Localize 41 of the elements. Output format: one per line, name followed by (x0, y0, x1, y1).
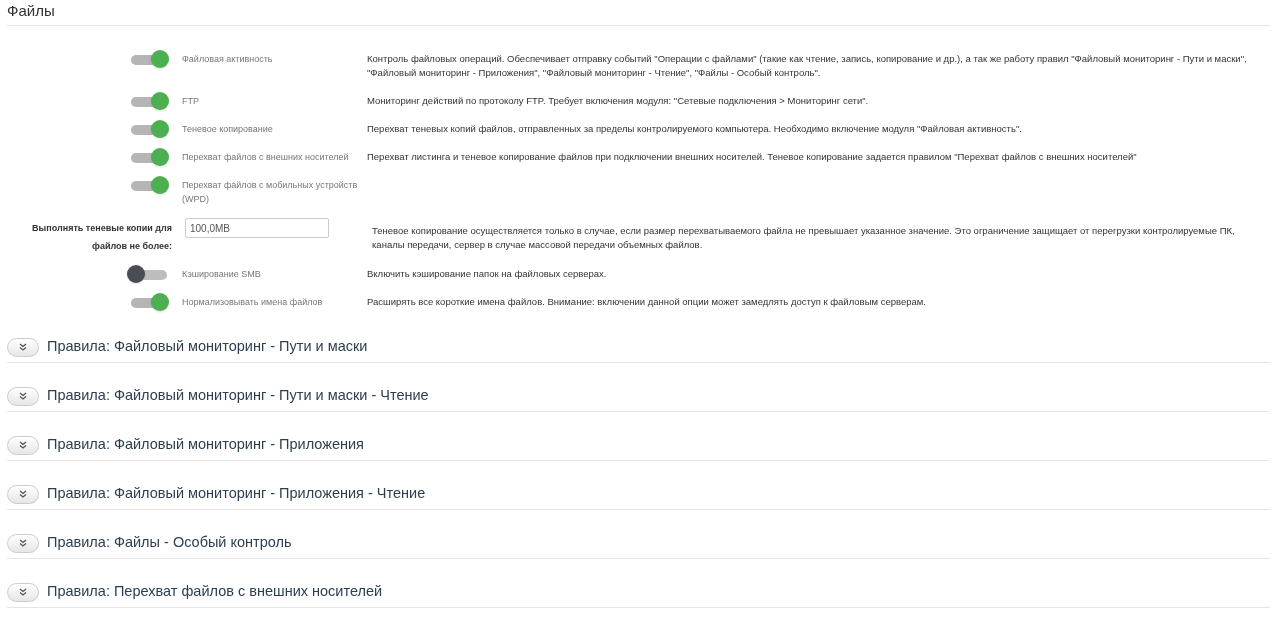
section-title: Правила: Файлы - Особый контроль (47, 533, 292, 553)
double-chevron-down-icon (19, 539, 27, 547)
setting-label: Нормализовывать имена файлов (181, 296, 324, 309)
setting-description: Включить кэширование папок на файловых серверах. (367, 267, 608, 281)
setting-label: Перехват файлов с мобильных устройств (WPD) (181, 179, 359, 206)
section-title: Правила: Файловый мониторинг - Пути и маски - Чтение (47, 386, 429, 406)
expand-button[interactable] (7, 386, 39, 406)
double-chevron-down-icon (19, 490, 27, 498)
setting-description: Расширять все короткие имена файлов. Внимание: включении данной опции может замедлять доступ к файловым серверам. (367, 295, 927, 309)
toggle-switch[interactable] (131, 295, 169, 309)
setting-description: Теневое копирование осуществляется только в случае, если размер перехватываемого файла не превышает указанное значение. Это ограничение защищает от перегрузки контролируемые ПК, каналы передачи, сервер в случае массовой передачи объемных файлов. (372, 224, 1236, 252)
toggle-switch[interactable] (131, 178, 169, 192)
expand-button[interactable] (7, 435, 39, 455)
toggle-switch[interactable] (131, 94, 169, 108)
section-title: Правила: Файловый мониторинг - Пути и маски (47, 337, 368, 357)
setting-label: Теневое копирование (181, 123, 274, 136)
setting-description: Перехват теневых копий файлов, отправленных за пределы контролируемого компьютера. Необходимо включение модуля "Файловая активность". (367, 122, 1023, 136)
setting-label: FTP (181, 95, 200, 108)
setting-label: Кэширование SMB (181, 268, 262, 281)
setting-description: Перехват листинга и теневое копирование файлов при подключении внешних носителей. Теневое копирование задается правилом "Перехват файлов с внешних носителей" (367, 150, 1138, 164)
setting-description: Контроль файловых операций. Обеспечивает отправку событий "Операции с файлами" (такие как чтение, запись, копирование и др.), а так же работу правил "Файловый мониторинг - Пути и маски", "Файловый мониторинг - Приложения", "Файловый мониторинг - Чтение", "Файлы - Особый контроль". (367, 52, 1248, 80)
section-title: Правила: Файловый мониторинг - Приложения - Чтение (47, 484, 426, 504)
setting-label: Перехват файлов с внешних носителей (181, 151, 350, 164)
setting-description: Мониторинг действий по протоколу FTP. Требует включения модуля: "Сетевые подключения > Мониторинг сети". (367, 94, 870, 108)
expand-button[interactable] (7, 484, 39, 504)
expand-button[interactable] (7, 582, 39, 602)
toggle-switch[interactable] (131, 52, 169, 66)
double-chevron-down-icon (19, 392, 27, 400)
section-title: Правила: Файловый мониторинг - Приложения (47, 435, 364, 455)
page-title: Файлы (7, 2, 55, 19)
setting-label: Выполнять теневые копии для файлов не более: (31, 222, 172, 253)
double-chevron-down-icon (19, 343, 27, 351)
expand-button[interactable] (7, 533, 39, 553)
expand-button[interactable] (7, 337, 39, 357)
double-chevron-down-icon (19, 441, 27, 449)
section-title: Правила: Перехват файлов с внешних носителей (47, 582, 383, 602)
size-input[interactable]: 100,0MB (185, 218, 329, 238)
toggle-switch[interactable] (131, 150, 169, 164)
toggle-switch[interactable] (131, 122, 169, 136)
double-chevron-down-icon (19, 588, 27, 596)
setting-label: Файловая активность (181, 53, 274, 66)
